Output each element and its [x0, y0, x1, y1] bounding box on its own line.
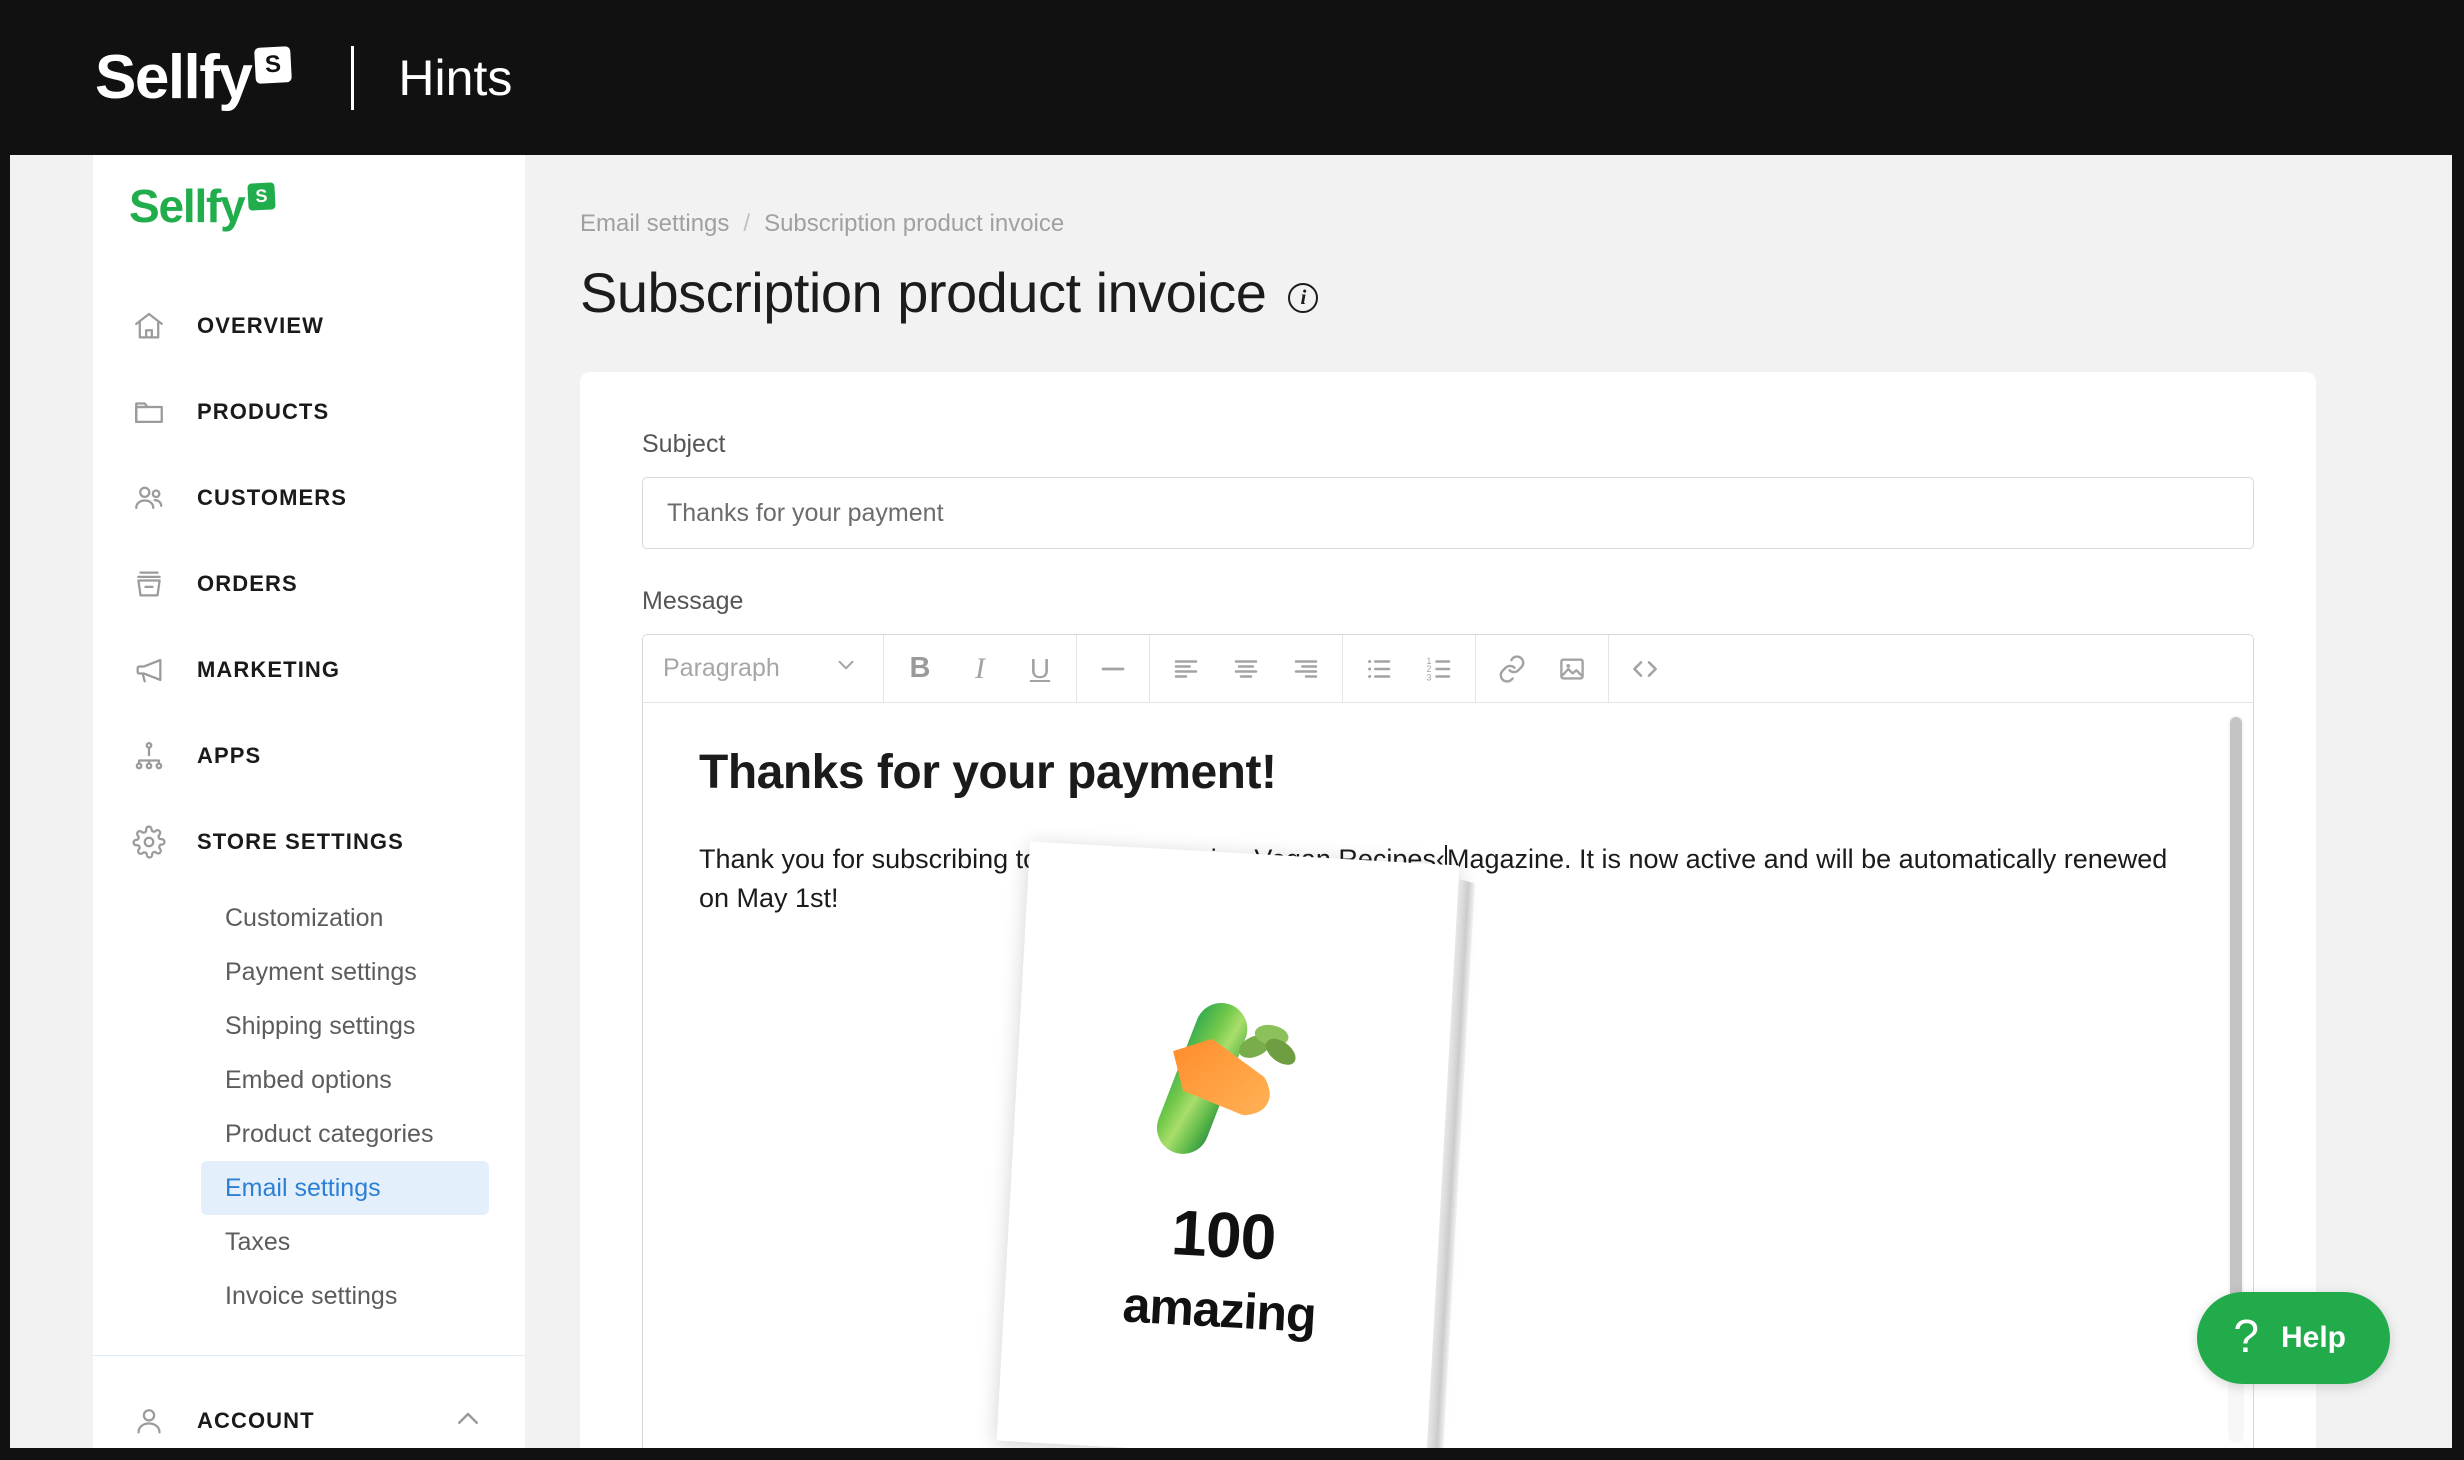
person-icon [129, 1401, 169, 1441]
megaphone-icon [129, 650, 169, 690]
message-label: Message [642, 587, 744, 615]
sidebar-item-label: ACCOUNT [197, 1408, 315, 1433]
sidebar-item-label: ORDERS [197, 571, 298, 596]
sidebar-subitem-taxes[interactable]: Taxes [201, 1215, 489, 1269]
editor-content-area[interactable]: Thanks for your payment! Thank you for s… [643, 703, 2253, 1448]
sidebar-item-label: CUSTOMERS [197, 485, 348, 510]
sidebar-item-label: PRODUCTS [197, 399, 330, 424]
paragraph-style-select[interactable]: Paragraph [649, 652, 877, 685]
sidebar-subitem-email-settings[interactable]: Email settings [201, 1161, 489, 1215]
sidebar-item-products[interactable]: PRODUCTS [93, 369, 525, 455]
app-window: Sellfy S Hints Sellfy S OVERVIEW PRODUCT… [0, 0, 2464, 1460]
breadcrumb-separator: / [743, 210, 751, 237]
link-icon[interactable] [1482, 645, 1542, 693]
toolbar-group-inline: B I U [884, 635, 1077, 702]
subject-label: Subject [642, 430, 726, 458]
gear-icon [129, 822, 169, 862]
italic-button[interactable]: I [950, 645, 1010, 693]
book-title-line1: 100 [1169, 1196, 1278, 1274]
basket-icon [129, 564, 169, 604]
app-body: Sellfy S OVERVIEW PRODUCTS CUSTOMERS ORD… [10, 155, 2452, 1448]
message-heading: Thanks for your payment! [699, 746, 1277, 799]
toolbar-group-align [1150, 635, 1343, 702]
sidebar-item-label: APPS [197, 743, 262, 768]
sidebar-item-customers[interactable]: CUSTOMERS [93, 455, 525, 541]
sidebar-item-apps[interactable]: APPS [93, 713, 525, 799]
folder-icon [129, 392, 169, 432]
sidebar-logo-wordmark: Sellfy [129, 180, 246, 232]
toolbar-group-insert [1476, 635, 1609, 702]
sidebar: Sellfy S OVERVIEW PRODUCTS CUSTOMERS ORD… [93, 155, 525, 1448]
brand-badge-icon: S [254, 45, 293, 84]
sidebar-item-store-settings[interactable]: STORE SETTINGS [93, 799, 525, 885]
numbered-list-icon[interactable]: 123 [1409, 645, 1469, 693]
message-editor: Paragraph B I U 1 2 3 Thanks for your pa… [642, 634, 2254, 1448]
sidebar-subitem-invoice-settings[interactable]: Invoice settings [201, 1269, 489, 1323]
chevron-down-icon [833, 652, 859, 685]
sellfy-brand-logo[interactable]: Sellfy S [95, 42, 293, 113]
breadcrumb-parent[interactable]: Email settings [580, 210, 729, 238]
sidebar-subitem-embed-options[interactable]: Embed options [201, 1053, 489, 1107]
sidebar-subitem-payment-settings[interactable]: Payment settings [201, 945, 489, 999]
sidebar-subitem-customization[interactable]: Customization [201, 891, 489, 945]
carrot-cucumber-icon [1127, 988, 1337, 1179]
store-settings-submenu: Customization Payment settings Shipping … [93, 885, 525, 1345]
book-title-line2: amazing [1121, 1276, 1318, 1344]
header-title: Hints [398, 49, 513, 106]
breadcrumb: Email settings / Subscription product in… [580, 155, 2452, 238]
page-header: Subscription product invoice i [580, 260, 2452, 325]
align-center-icon[interactable] [1216, 645, 1276, 693]
sitemap-icon [129, 736, 169, 776]
horizontal-rule-icon[interactable] [1083, 645, 1143, 693]
sidebar-item-label: STORE SETTINGS [197, 829, 404, 854]
top-header-bar: Sellfy S Hints [10, 0, 2452, 155]
sidebar-item-account[interactable]: ACCOUNT [93, 1378, 525, 1448]
sidebar-nav: OVERVIEW PRODUCTS CUSTOMERS ORDERS MARKE… [93, 257, 525, 1355]
chevron-up-icon[interactable] [453, 1404, 483, 1439]
underline-button[interactable]: U [1010, 645, 1070, 693]
paragraph-style-value: Paragraph [663, 654, 780, 682]
book-front-cover: 100 amazing [996, 841, 1460, 1448]
brand-wordmark: Sellfy [95, 43, 253, 112]
left-gutter [10, 155, 93, 1448]
sidebar-item-label: OVERVIEW [197, 313, 324, 338]
sidebar-footer: ACCOUNT [93, 1355, 525, 1448]
sidebar-item-orders[interactable]: ORDERS [93, 541, 525, 627]
home-icon [129, 306, 169, 346]
email-template-card: Subject Message Paragraph [580, 372, 2316, 1448]
sidebar-logo-badge-icon: S [246, 181, 276, 211]
align-left-icon[interactable] [1156, 645, 1216, 693]
sidebar-subitem-product-categories[interactable]: Product categories [201, 1107, 489, 1161]
toolbar-group-code [1609, 635, 1681, 702]
sidebar-logo[interactable]: Sellfy S [93, 155, 525, 257]
main-content: Email settings / Subscription product in… [525, 155, 2452, 1448]
toolbar-group-block: Paragraph [643, 635, 884, 702]
bullet-list-icon[interactable] [1349, 645, 1409, 693]
question-mark-icon: ? [2233, 1310, 2259, 1362]
subject-input[interactable] [642, 477, 2254, 549]
toolbar-group-rule [1077, 635, 1150, 702]
image-icon[interactable] [1542, 645, 1602, 693]
book-cover-image[interactable]: 100 amazing [996, 841, 1483, 1448]
sidebar-item-label: MARKETING [197, 657, 341, 682]
page-title: Subscription product invoice [580, 261, 1267, 324]
svg-text:3: 3 [1427, 672, 1432, 682]
help-button-label: Help [2280, 1321, 2346, 1354]
breadcrumb-current: Subscription product invoice [764, 210, 1065, 237]
users-icon [129, 478, 169, 518]
bold-button[interactable]: B [890, 645, 950, 693]
align-right-icon[interactable] [1276, 645, 1336, 693]
toolbar-group-lists: 123 [1343, 635, 1476, 702]
info-icon[interactable]: i [1288, 282, 1319, 313]
help-button[interactable]: ? Help [2197, 1292, 2390, 1384]
header-divider [351, 45, 355, 110]
editor-toolbar: Paragraph B I U 1 2 3 [643, 635, 2253, 703]
editor-scrollbar-thumb[interactable] [2230, 717, 2242, 1357]
sidebar-item-marketing[interactable]: MARKETING [93, 627, 525, 713]
code-icon[interactable] [1615, 645, 1675, 693]
sidebar-item-overview[interactable]: OVERVIEW [93, 283, 525, 369]
sidebar-subitem-shipping-settings[interactable]: Shipping settings [201, 999, 489, 1053]
